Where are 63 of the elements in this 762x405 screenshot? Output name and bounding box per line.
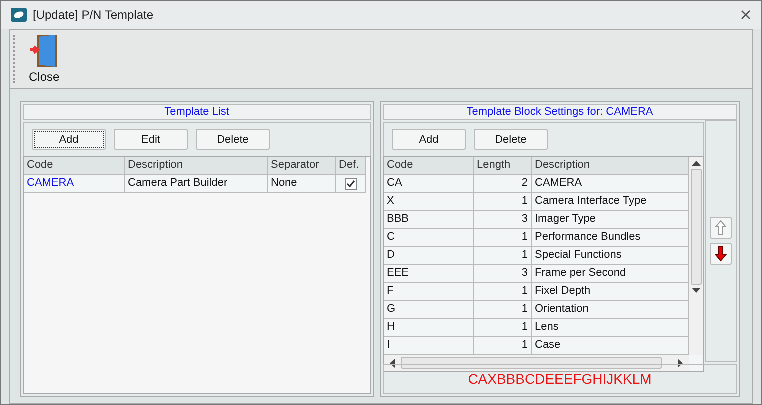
table-cell: EEE — [384, 265, 474, 283]
table-cell: None — [268, 175, 336, 193]
toolbar-button[interactable]: Add — [32, 129, 106, 150]
column-header[interactable]: Code — [24, 157, 125, 175]
toolbar-button[interactable]: Delete — [196, 129, 270, 150]
table-cell: CA — [384, 175, 474, 193]
table-cell: C — [384, 229, 474, 247]
table-cell: Camera Interface Type — [532, 193, 689, 211]
table-cell: 1 — [474, 301, 532, 319]
table-cell: Frame per Second — [532, 265, 689, 283]
vertical-scrollbar[interactable] — [689, 157, 703, 355]
table-cell: 1 — [474, 283, 532, 301]
toolbar-button[interactable]: Add — [392, 129, 466, 150]
table-cell: CAMERA — [24, 175, 125, 193]
table-cell: G — [384, 301, 474, 319]
table-cell: Imager Type — [532, 211, 689, 229]
scroll-right-icon[interactable] — [678, 358, 683, 368]
table-cell: 1 — [474, 247, 532, 265]
column-header[interactable]: Separator — [268, 157, 336, 175]
close-toolbar-button[interactable]: Close — [23, 32, 66, 86]
column-header[interactable]: Code — [384, 157, 474, 175]
table-cell: CAMERA — [532, 175, 689, 193]
scroll-up-icon[interactable] — [692, 161, 700, 166]
table-cell: 2 — [474, 175, 532, 193]
close-icon[interactable] — [741, 10, 751, 20]
column-header[interactable]: Def. — [336, 157, 366, 175]
part-number-preview: CAXBBBCDEEEFGHIJKKLM — [383, 364, 737, 394]
table-cell: Case — [532, 337, 689, 355]
table-cell: Performance Bundles — [532, 229, 689, 247]
column-header[interactable]: Length — [474, 157, 532, 175]
table-cell: Camera Part Builder — [125, 175, 268, 193]
table-cell: F — [384, 283, 474, 301]
table-cell: D — [384, 247, 474, 265]
table-cell: BBB — [384, 211, 474, 229]
window-title: [Update] P/N Template — [33, 8, 155, 22]
door-icon — [29, 34, 60, 68]
scroll-left-icon[interactable] — [390, 358, 395, 368]
down-arrow-icon — [715, 246, 727, 262]
table-cell: 1 — [474, 229, 532, 247]
table-cell: I — [384, 337, 474, 355]
table-cell: 1 — [474, 319, 532, 337]
table-cell: Fixel Depth — [532, 283, 689, 301]
table-cell: 3 — [474, 211, 532, 229]
app-icon — [11, 8, 27, 22]
up-arrow-icon — [715, 220, 727, 236]
toolbar-button[interactable]: Delete — [474, 129, 548, 150]
table-cell: Special Functions — [532, 247, 689, 265]
table-cell: 1 — [474, 193, 532, 211]
panel-title: Template Block Settings for: CAMERA — [383, 104, 737, 120]
panel-title: Template List — [23, 104, 371, 120]
scroll-down-icon[interactable] — [692, 288, 700, 293]
column-header[interactable]: Description — [532, 157, 689, 175]
move-down-button[interactable] — [710, 243, 732, 265]
table-cell: X — [384, 193, 474, 211]
column-header[interactable]: Description — [125, 157, 268, 175]
table-cell: Lens — [532, 319, 689, 337]
table-cell: H — [384, 319, 474, 337]
table-cell: 1 — [474, 337, 532, 355]
horizontal-scrollbar[interactable] — [384, 355, 689, 371]
checkbox[interactable] — [344, 178, 356, 190]
table-cell: Orientation — [532, 301, 689, 319]
table-cell: 3 — [474, 265, 532, 283]
toolbar-button[interactable]: Edit — [114, 129, 188, 150]
